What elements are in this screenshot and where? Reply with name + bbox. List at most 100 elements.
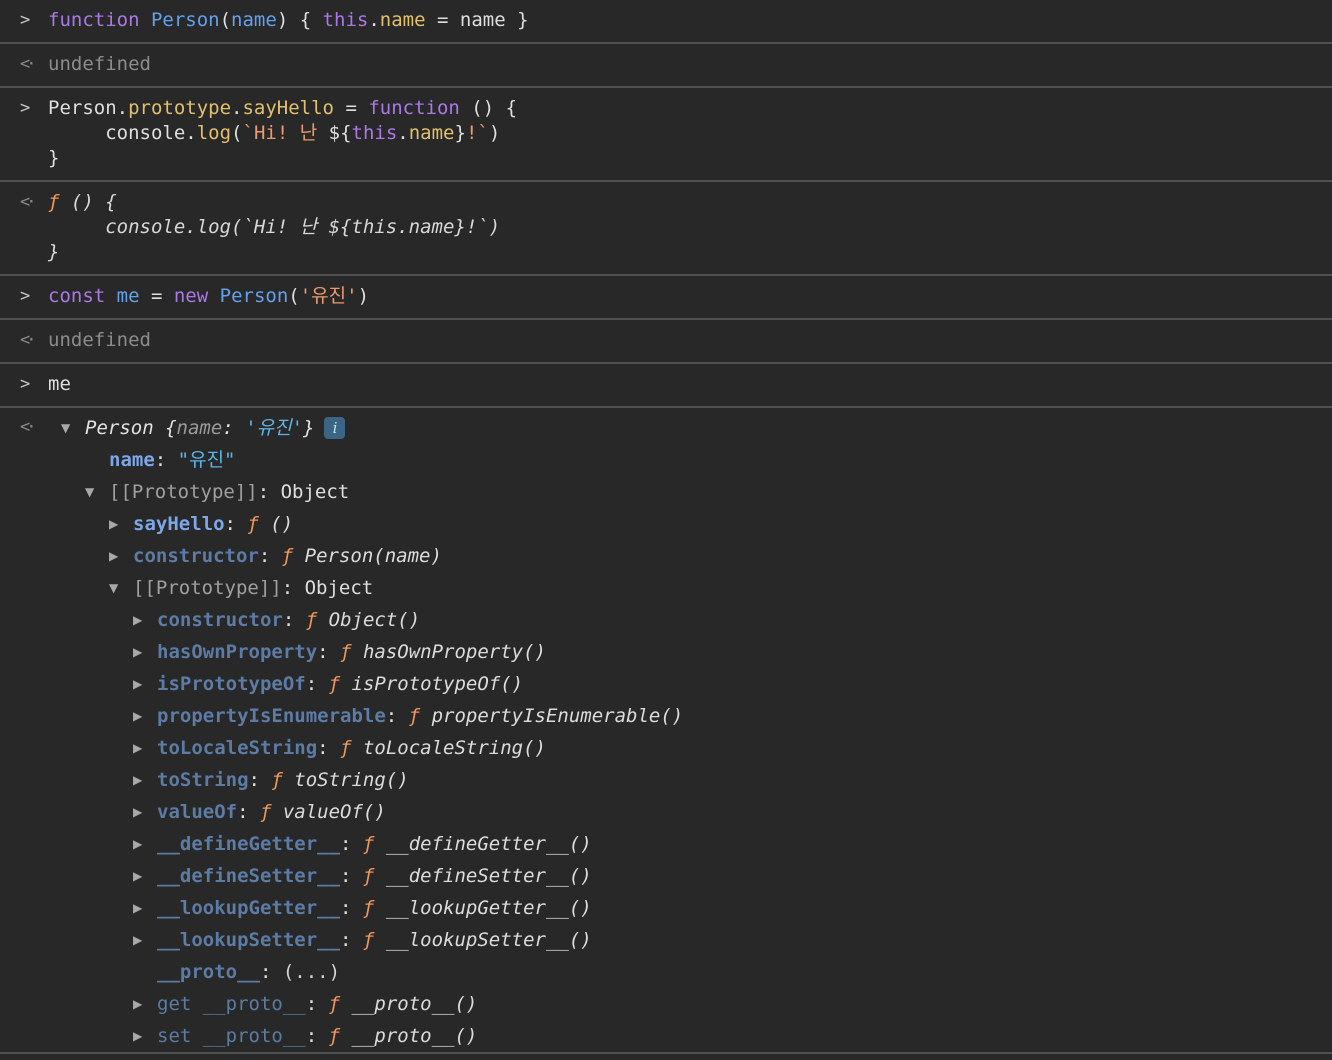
console-result-line: console.log(`Hi! 난 ${this.name}!`) [48, 215, 1316, 240]
tree-row[interactable]: ▶ toString: ƒ toString() [48, 764, 1316, 796]
tree-row[interactable]: ▶ propertyIsEnumerable: ƒ propertyIsEnume… [48, 700, 1316, 732]
output-chevron-icon: <· [20, 417, 37, 437]
code-token: '유진' [299, 285, 358, 307]
code-token: : [317, 640, 341, 663]
code-token: undefined [48, 329, 151, 351]
code-token: ƒ [362, 832, 386, 855]
code-token: '유진' [245, 416, 304, 439]
code-token: sayHello [242, 97, 334, 119]
tree-row[interactable]: ▶ __defineSetter__: ƒ __defineSetter__() [48, 860, 1316, 892]
tree-row[interactable]: ▶ toLocaleString: ƒ toLocaleString() [48, 732, 1316, 764]
code-token: : [340, 896, 363, 919]
twisty-expanded-icon[interactable]: ▼ [85, 480, 109, 505]
code-token: ƒ [362, 864, 386, 887]
info-icon[interactable]: i [324, 417, 346, 439]
twisty-collapsed-icon[interactable]: ▶ [133, 768, 157, 793]
twisty-collapsed-icon[interactable]: ▶ [133, 832, 157, 857]
code-token: : [281, 576, 305, 599]
code-token: . [368, 9, 380, 31]
tree-row[interactable]: ▼ [[Prototype]]: Object [48, 572, 1316, 604]
twisty-collapsed-icon[interactable]: ▶ [109, 512, 133, 537]
tree-row[interactable]: ▶ isPrototypeOf: ƒ isPrototypeOf() [48, 668, 1316, 700]
code-token: valueOf() [282, 800, 386, 823]
code-token: console. [48, 122, 197, 144]
twisty-collapsed-icon[interactable]: ▶ [133, 864, 157, 889]
console-entry-tree: <· ▼ Person {name: '유진'} i name: "유진" ▼ [[Prot… [0, 408, 1332, 1054]
code-token: __proto__() [351, 1024, 478, 1047]
tree-row[interactable]: ▶ constructor: ƒ Person(name) [48, 540, 1316, 572]
twisty-collapsed-icon[interactable]: ▶ [133, 736, 157, 761]
input-chevron-icon: > [20, 286, 31, 306]
code-token: : [154, 448, 178, 471]
code-token: : [305, 672, 329, 695]
code-token: : [340, 928, 363, 951]
tree-row[interactable]: ▶ __lookupSetter__: ƒ __lookupSetter__() [48, 924, 1316, 956]
console-result-line: undefined [48, 328, 1316, 353]
code-token: name [408, 122, 455, 144]
property-name: name [109, 448, 155, 471]
twisty-expanded-icon[interactable]: ▼ [109, 576, 133, 601]
code-token: : [222, 416, 246, 439]
property-name: propertyIsEnumerable [157, 704, 386, 727]
code-token: . [397, 122, 409, 144]
console-input-line: console.log(`Hi! 난 ${this.name}!`) [48, 121, 1316, 146]
code-token: toString() [294, 768, 409, 791]
code-token: = name } [425, 9, 529, 31]
code-token: ƒ [362, 928, 386, 951]
code-token: ƒ [408, 704, 432, 727]
console-entry-result: <· undefined [0, 44, 1332, 88]
evaluate-accessor-button[interactable]: (...) [283, 960, 340, 985]
code-token: __lookupGetter__() [385, 896, 592, 919]
console-entry-input: > const me = new Person('유진') [0, 276, 1332, 320]
code-token: ƒ [247, 512, 271, 535]
tree-row[interactable]: ▶ set __proto__: ƒ __proto__() [48, 1020, 1316, 1052]
code-token: name [231, 9, 277, 31]
twisty-collapsed-icon[interactable]: ▶ [133, 1024, 157, 1049]
code-token: isPrototypeOf() [351, 672, 524, 695]
twisty-collapsed-icon[interactable]: ▶ [133, 896, 157, 921]
tree-row[interactable]: ▶ valueOf: ƒ valueOf() [48, 796, 1316, 828]
tree-row[interactable]: ▶ get __proto__: ƒ __proto__() [48, 988, 1316, 1020]
tree-row[interactable]: ▼ Person {name: '유진'} i [48, 412, 1316, 444]
input-chevron-icon: > [20, 374, 31, 394]
code-token: ( [219, 9, 232, 31]
code-token: Object [280, 480, 350, 503]
twisty-collapsed-icon[interactable]: ▶ [133, 928, 157, 953]
twisty-collapsed-icon[interactable]: ▶ [133, 992, 157, 1017]
console-entry-input: > me [0, 364, 1332, 408]
code-token: __defineSetter__() [385, 864, 592, 887]
code-token: ƒ [328, 672, 352, 695]
code-token: Person. [48, 97, 129, 119]
code-token: : [340, 832, 363, 855]
tree-row[interactable]: ▶ sayHello: ƒ () [48, 508, 1316, 540]
code-token: : [317, 736, 341, 759]
code-token: ƒ [271, 768, 295, 791]
code-token: : [258, 544, 282, 567]
code-token: ƒ [305, 608, 329, 631]
property-name: isPrototypeOf [157, 672, 306, 695]
twisty-collapsed-icon[interactable]: ▶ [133, 640, 157, 665]
twisty-collapsed-icon[interactable]: ▶ [133, 608, 157, 633]
property-name: __defineSetter__ [157, 864, 341, 887]
code-token: ƒ [48, 191, 71, 213]
input-chevron-icon: > [20, 98, 31, 118]
twisty-collapsed-icon[interactable]: ▶ [133, 704, 157, 729]
code-token: `Hi! 난 [242, 122, 329, 144]
code-token: () [270, 512, 294, 535]
console-input-line: me [48, 372, 1316, 397]
code-token: this [322, 9, 369, 31]
console-entry-input: > function Person(name) { this.name = nam… [0, 0, 1332, 44]
twisty-collapsed-icon[interactable]: ▶ [133, 672, 157, 697]
tree-row[interactable]: ▶ constructor: ƒ Object() [48, 604, 1316, 636]
code-token: propertyIsEnumerable() [431, 704, 684, 727]
property-name: __lookupSetter__ [157, 928, 341, 951]
twisty-expanded-icon[interactable]: ▼ [61, 416, 85, 441]
tree-row[interactable]: ▶ __defineGetter__: ƒ __defineGetter__() [48, 828, 1316, 860]
code-token: ƒ [340, 736, 363, 759]
twisty-collapsed-icon[interactable]: ▶ [109, 544, 133, 569]
tree-row[interactable]: ▼ [[Prototype]]: Object [48, 476, 1316, 508]
twisty-collapsed-icon[interactable]: ▶ [133, 800, 157, 825]
tree-row[interactable]: ▶ __lookupGetter__: ƒ __lookupGetter__() [48, 892, 1316, 924]
tree-row[interactable]: ▶ hasOwnProperty: ƒ hasOwnProperty() [48, 636, 1316, 668]
output-chevron-icon: <· [20, 192, 37, 212]
